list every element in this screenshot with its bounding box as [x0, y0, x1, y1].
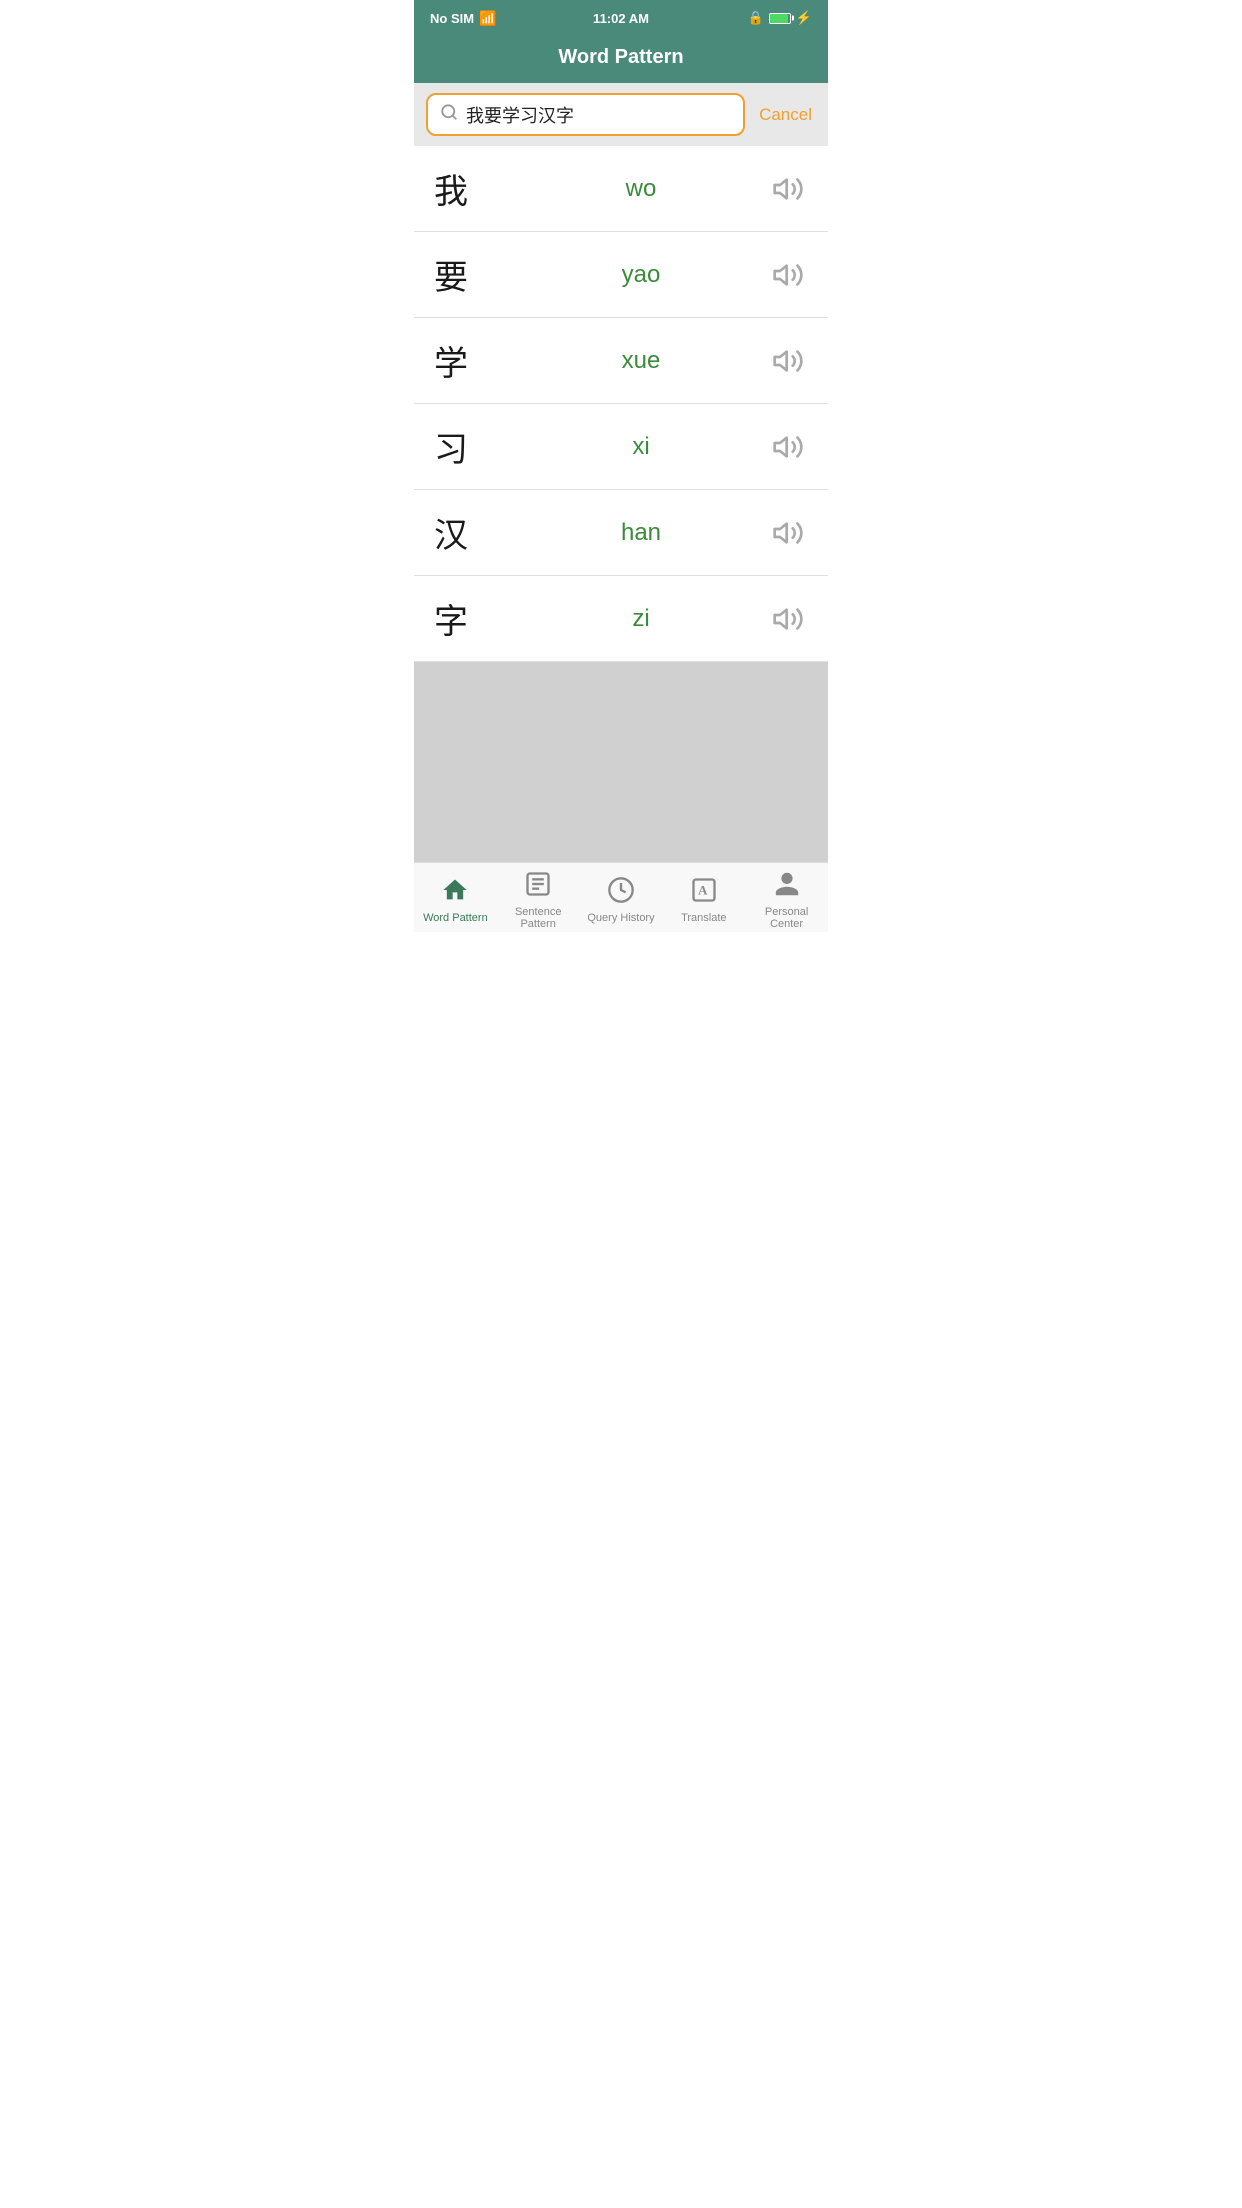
character-pinyin: zi: [514, 605, 768, 633]
character-pinyin: yao: [514, 261, 768, 289]
search-input-wrapper: [426, 93, 745, 136]
table-row: 字zi: [414, 576, 828, 662]
word-pattern-label: Word Pattern: [423, 912, 488, 924]
character-pinyin: han: [514, 519, 768, 547]
sentence-pattern-icon: [524, 870, 552, 902]
personal-center-icon: [773, 870, 801, 902]
tab-sentence-pattern[interactable]: Sentence Pattern: [497, 863, 580, 932]
table-row: 要yao: [414, 232, 828, 318]
character-chinese: 学: [434, 336, 514, 385]
tab-bar: Word Pattern Sentence Pattern Query Histor…: [414, 862, 828, 932]
page-header: Word Pattern: [414, 36, 828, 83]
query-history-icon: [607, 876, 635, 908]
tab-personal-center[interactable]: Personal Center: [745, 863, 828, 932]
page-title: Word Pattern: [558, 46, 683, 68]
status-bar: No SIM 📶 11:02 AM 🔒 ⚡: [414, 0, 828, 36]
cancel-button[interactable]: Cancel: [755, 101, 816, 129]
table-row: 汉han: [414, 490, 828, 576]
status-time: 11:02 AM: [593, 11, 649, 26]
query-history-label: Query History: [587, 912, 654, 924]
translate-icon: A: [690, 876, 718, 908]
status-right: 🔒 ⚡: [748, 10, 812, 26]
character-chinese: 字: [434, 594, 514, 643]
tab-translate[interactable]: A Translate: [662, 863, 745, 932]
sound-button[interactable]: [768, 341, 808, 381]
character-list: 我wo 要yao 学xue 习xi 汉han 字zi: [414, 146, 828, 662]
character-pinyin: xi: [514, 433, 768, 461]
sound-button[interactable]: [768, 427, 808, 467]
translate-label: Translate: [681, 912, 726, 924]
sound-button[interactable]: [768, 169, 808, 209]
character-chinese: 要: [434, 250, 514, 299]
search-icon: [440, 103, 458, 126]
empty-area: [414, 662, 828, 862]
carrier-label: No SIM: [430, 11, 474, 26]
character-chinese: 我: [434, 164, 514, 213]
table-row: 习xi: [414, 404, 828, 490]
character-pinyin: xue: [514, 347, 768, 375]
tab-word-pattern[interactable]: Word Pattern: [414, 863, 497, 932]
character-chinese: 习: [434, 422, 514, 471]
wifi-icon: 📶: [479, 10, 496, 27]
search-bar: Cancel: [414, 83, 828, 146]
status-left: No SIM 📶: [430, 10, 497, 27]
tab-query-history[interactable]: Query History: [580, 863, 663, 932]
battery-icon: [769, 13, 791, 24]
table-row: 学xue: [414, 318, 828, 404]
screen-lock-icon: 🔒: [748, 10, 764, 26]
charging-icon: ⚡: [796, 10, 812, 26]
word-pattern-icon: [441, 876, 469, 908]
personal-center-label: Personal Center: [749, 906, 824, 930]
character-chinese: 汉: [434, 508, 514, 557]
sentence-pattern-label: Sentence Pattern: [501, 906, 576, 930]
sound-button[interactable]: [768, 255, 808, 295]
sound-button[interactable]: [768, 513, 808, 553]
search-input[interactable]: [466, 104, 731, 125]
table-row: 我wo: [414, 146, 828, 232]
character-pinyin: wo: [514, 175, 768, 203]
svg-text:A: A: [698, 883, 708, 897]
sound-button[interactable]: [768, 599, 808, 639]
